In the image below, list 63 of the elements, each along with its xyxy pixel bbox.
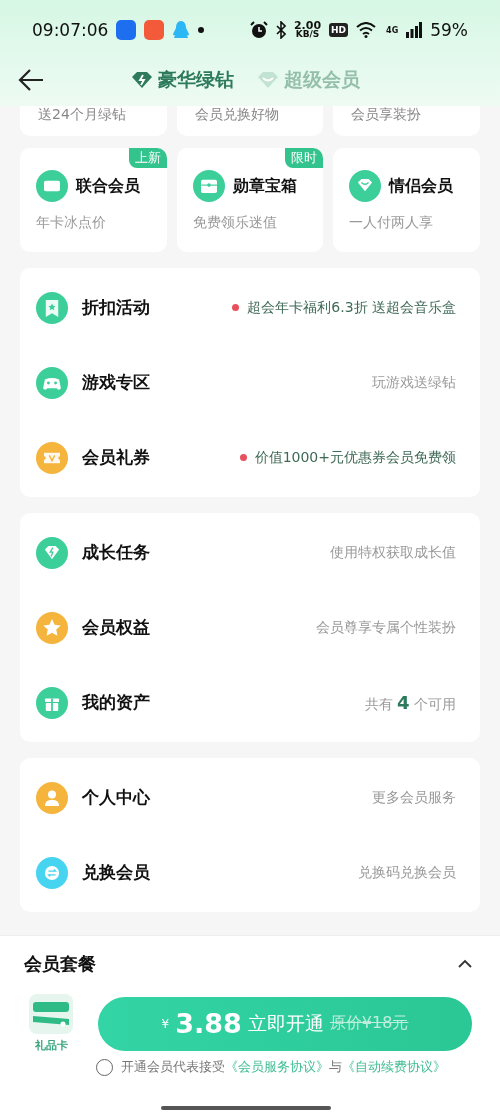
card-badge: 限时 — [285, 148, 324, 168]
row-hint: 会员尊享专属个性装扮 — [316, 618, 456, 637]
agreement-checkbox[interactable] — [96, 1059, 113, 1076]
row-hint: 使用特权获取成长值 — [330, 543, 456, 562]
row-label: 兑换会员 — [82, 861, 150, 884]
card-subtitle: 会员享装扮 — [351, 106, 422, 122]
network-speed: 2.00 — [293, 21, 322, 30]
penguin-icon — [172, 20, 191, 40]
header-tab[interactable]: 豪华绿钻 — [130, 67, 234, 93]
row-hint: 共有 4 个可用 — [364, 691, 456, 714]
sheet-title: 会员套餐 — [24, 952, 96, 976]
menu-row[interactable]: 个人中心 更多会员服务 — [20, 760, 480, 835]
row-label: 我的资产 — [82, 691, 150, 714]
hd-badge: HD — [329, 23, 349, 37]
signal-icon — [406, 22, 423, 38]
feature-card[interactable]: 上新 联合会员 年卡冰点价 — [20, 148, 167, 252]
menu-row[interactable]: 游戏专区 玩游戏送绿钻 — [20, 345, 480, 420]
menu-row[interactable]: 兑换会员 兑换码兑换会员 — [20, 835, 480, 910]
row-hint: 兑换码兑换会员 — [358, 863, 456, 882]
feature-icon — [192, 170, 225, 202]
notification-dot — [198, 27, 205, 33]
speed-unit: KB/S — [295, 30, 320, 39]
battery-level: 59% — [430, 20, 468, 40]
bluetooth-icon — [275, 21, 286, 39]
row-hint: 更多会员服务 — [372, 788, 456, 807]
row-label: 折扣活动 — [82, 296, 150, 319]
row-hint: 玩游戏送绿钻 — [372, 373, 456, 392]
gift-card-icon[interactable] — [29, 994, 73, 1034]
card-badge: 上新 — [128, 148, 167, 168]
app-icon — [116, 20, 137, 40]
clock-time: 09:07:06 — [32, 20, 109, 40]
alarm-icon — [249, 21, 268, 39]
row-hint: 价值1000+元优惠券会员免费领 — [254, 448, 456, 467]
row-label: 会员权益 — [82, 616, 150, 639]
card-subtitle: 免费领乐迷值 — [192, 214, 278, 232]
diamond-icon — [256, 71, 280, 89]
card-title: 联合会员 — [76, 175, 140, 197]
caret-icon[interactable] — [458, 959, 472, 969]
card-subtitle: 送24个月绿钻 — [38, 106, 126, 122]
row-label: 成长任务 — [82, 541, 150, 564]
menu-row[interactable]: 我的资产 共有 4 个可用 — [20, 665, 480, 740]
menu-row[interactable]: 折扣活动 超会年卡福利6.3折 送超会音乐盒 — [20, 270, 480, 345]
card-title: 情侣会员 — [389, 175, 454, 197]
agreement-text: 开通会员代表接受《会员服务协议》与《自动续费协议》 — [121, 1059, 446, 1076]
row-label: 个人中心 — [82, 786, 150, 809]
card-subtitle: 一人付两人享 — [349, 214, 435, 232]
card-subtitle: 会员兑换好物 — [194, 106, 279, 122]
row-label: 游戏专区 — [82, 371, 150, 394]
card-title: 勋章宝箱 — [232, 175, 297, 197]
menu-row[interactable]: 会员权益 会员尊享专属个性装扮 — [20, 590, 480, 665]
feature-icon — [36, 170, 68, 202]
feature-card[interactable]: 情侣会员 一人付两人享 — [333, 148, 480, 252]
app-icon — [144, 20, 165, 40]
feature-icon — [349, 170, 382, 202]
row-label: 会员礼券 — [82, 446, 150, 469]
card-subtitle: 年卡冰点价 — [36, 214, 107, 232]
gift-card-label: 礼品卡 — [34, 1038, 68, 1053]
menu-row[interactable]: 成长任务 使用特权获取成长值 — [20, 515, 480, 590]
menu-row[interactable]: 会员礼券 价值1000+元优惠券会员免费领 — [20, 420, 480, 495]
diamond-icon — [130, 71, 154, 89]
network-type: 4G — [386, 25, 399, 35]
feature-card[interactable]: 限时 勋章宝箱 免费领乐迷值 — [176, 148, 324, 252]
row-hint: 超会年卡福利6.3折 送超会音乐盒 — [247, 298, 456, 317]
